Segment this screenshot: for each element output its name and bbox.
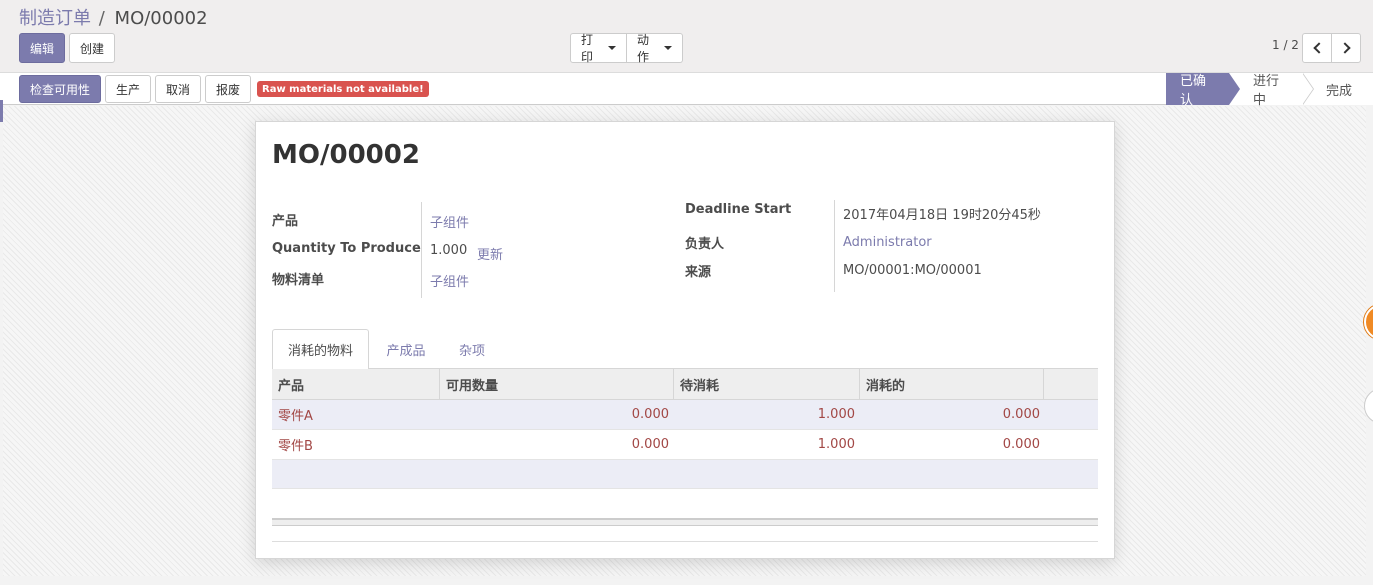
row-product: 零件A [278,409,313,424]
scrap-button[interactable]: 报废 [205,75,251,103]
product-link[interactable]: 子组件 [430,212,469,231]
product-label: 产品 [272,214,299,229]
pager-value: 1 / 2 [1272,38,1299,52]
field-separator [834,200,835,292]
chevron-right-icon [1338,42,1351,54]
produce-button[interactable]: 生产 [105,75,151,103]
breadcrumb-current: MO/00002 [114,8,208,29]
row-consumed: 0.000 [1002,437,1040,452]
row-consumed: 0.000 [1002,407,1040,422]
action-dropdown[interactable]: 动作 [627,33,683,64]
pager-next-button[interactable] [1331,33,1361,63]
breadcrumb-parent-link[interactable]: 制造订单 [19,8,91,29]
update-quantity-link[interactable]: 更新 [477,244,503,263]
row-available: 0.000 [631,437,669,452]
row-product: 零件B [278,439,313,454]
tab-miscellaneous[interactable]: 杂项 [444,329,500,369]
quantity-label: Quantity To Produce [272,241,421,256]
row-to-consume: 1.000 [817,437,855,452]
stage-arrow [1229,73,1240,105]
field-separator [421,202,422,298]
chevron-left-icon [1312,42,1325,54]
create-button[interactable]: 创建 [69,33,115,63]
caret-down-icon [664,46,672,50]
cancel-button[interactable]: 取消 [155,75,201,103]
stage-arrow [1302,73,1313,105]
check-availability-button[interactable]: 检查可用性 [19,75,101,103]
sidebar-dropdowns: 打印 动作 [570,33,683,64]
breadcrumb-separator: / [98,8,105,29]
tab-finished-products[interactable]: 产成品 [374,329,438,369]
action-label: 动作 [637,33,650,64]
source-value: MO/00001:MO/00001 [843,263,982,278]
record-title: MO/00002 [272,140,420,170]
column-header-available[interactable]: 可用数量 [440,369,674,399]
control-panel: 制造订单 / MO/00002 编辑 创建 打印 动作 1 / 2 [0,0,1373,73]
column-header-to-consume[interactable]: 待消耗 [674,369,860,399]
statusbar: 检查可用性 生产 取消 报废 Raw materials not availab… [0,73,1373,108]
error-badge: Raw materials not available! [257,81,429,97]
row-to-consume: 1.000 [817,407,855,422]
tab-consumed-materials[interactable]: 消耗的物料 [272,329,369,370]
bom-label: 物料清单 [272,273,325,288]
deadline-value: 2017年04月18日 19时20分45秒 [843,208,1041,223]
responsible-link[interactable]: Administrator [843,235,932,250]
stage-confirmed[interactable]: 已确认 [1166,73,1240,108]
move-lines-table: 产品 可用数量 待消耗 消耗的 零件A 0.000 1.000 0.000 零件… [272,369,1098,489]
row-available: 0.000 [631,407,669,422]
table-header: 产品 可用数量 待消耗 消耗的 [272,369,1098,400]
stage-label: 进行中 [1253,74,1280,108]
empty-row [272,460,1098,489]
deadline-label: Deadline Start [685,202,792,217]
print-label: 打印 [581,33,594,64]
quantity-value: 1.000 [430,243,468,258]
print-dropdown[interactable]: 打印 [570,33,627,64]
notebook-tabs: 消耗的物料 产成品 杂项 [272,329,1098,370]
stage-label: 已确认 [1180,74,1207,108]
column-header-product[interactable]: 产品 [272,369,440,399]
responsible-label: 负责人 [685,237,725,252]
source-label: 来源 [685,265,712,280]
table-row[interactable]: 零件B 0.000 1.000 0.000 [272,430,1098,460]
form-sheet: MO/00002 产品 子组件 Quantity To Produce 1.00… [255,121,1115,559]
table-footer [272,518,1098,526]
bom-link[interactable]: 子组件 [430,271,469,290]
column-header-consumed[interactable]: 消耗的 [860,369,1044,399]
pager-previous-button[interactable] [1302,33,1332,63]
divider [272,541,1098,542]
edit-button[interactable]: 编辑 [19,33,65,63]
table-row[interactable]: 零件A 0.000 1.000 0.000 [272,400,1098,430]
caret-down-icon [608,46,616,50]
stage-bar: 已确认 进行中 完成 [1166,73,1373,108]
breadcrumb: 制造订单 / MO/00002 [19,4,208,30]
stage-label: 完成 [1326,83,1353,99]
